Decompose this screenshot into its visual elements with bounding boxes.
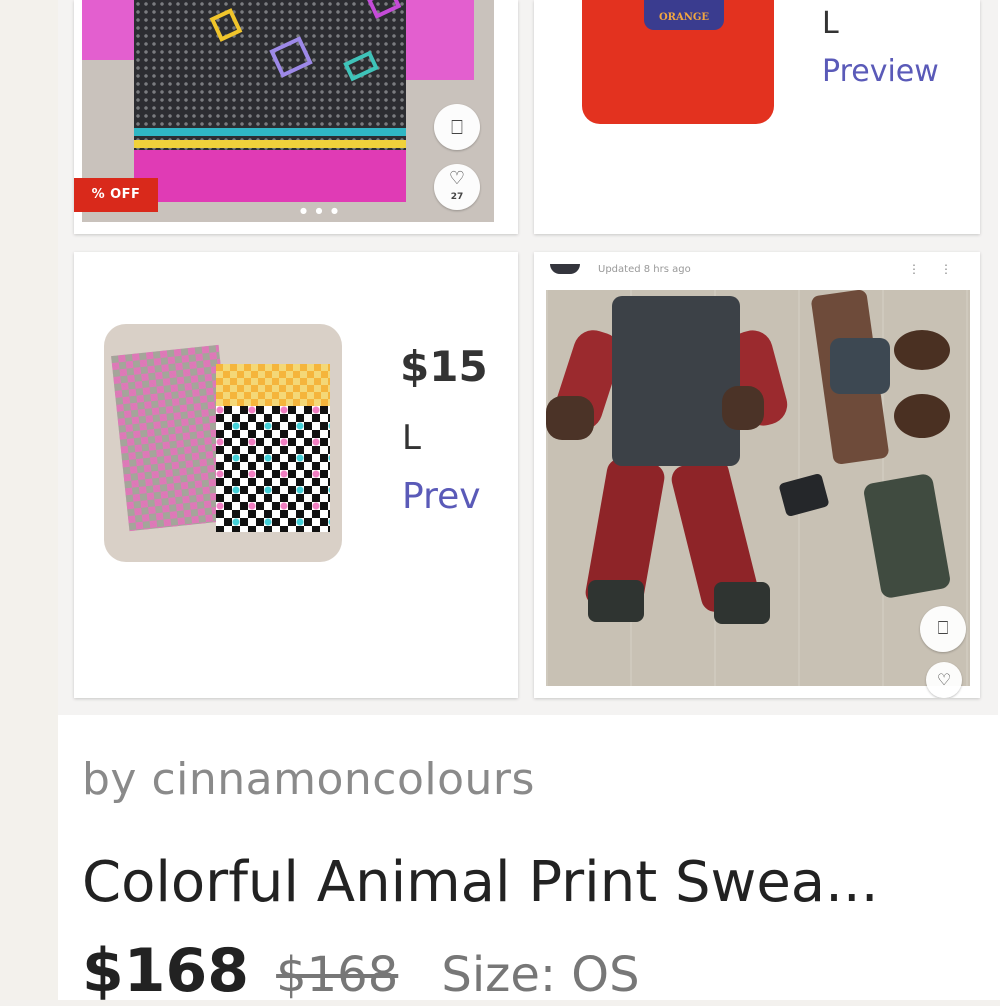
figure-photo [546,290,970,686]
figure-part [588,580,644,622]
updated-time: Updated 8 hrs ago [598,264,691,275]
listing-size: Size: OS [441,947,640,1003]
more-icon[interactable]: ⋮⋮ [908,262,972,276]
sweater-motif [343,50,379,82]
collage-tile-tshirt[interactable]: ORANGE L Preview [534,0,980,234]
collage-tile-leggings[interactable]: $15 L Prev [74,252,518,698]
heart-icon: ♡ [448,168,466,189]
leggings-yellow [216,364,330,406]
figure-accessory [894,394,950,438]
tshirt-print-text: ORANGE [658,12,710,23]
tile-size: L [402,418,421,458]
sweater-motif [366,0,402,19]
left-margin-strip [0,0,59,1000]
sweater-stripe [134,140,406,148]
figure-accessory [830,338,890,394]
collage-tile-sweater[interactable]: ● ● ● % OFF ⎕ ♡ 27 [74,0,518,234]
preview-link[interactable]: Preview [822,54,939,89]
original-price: $168 [276,947,399,1003]
preview-link[interactable]: Prev [402,476,481,517]
bookmark-icon: ⎕ [937,618,949,639]
sweater-motif [269,36,313,78]
discount-badge: % OFF [74,178,158,212]
bookmark-button[interactable]: ⎕ [920,606,966,652]
figure-accessory [778,472,830,518]
sweater-hem [134,150,406,202]
figure-accessory [862,472,952,600]
listing-price: $168 [82,936,249,1006]
leggings-checker-dots [216,406,330,532]
sweater-sleeve-right [394,0,474,80]
collage-tile-figure[interactable]: Updated 8 hrs ago ⋮⋮ ⎕ ♡ [534,252,980,698]
tile-header: Updated 8 hrs ago ⋮⋮ [534,252,980,288]
bookmark-icon: ⎕ [451,115,463,139]
leggings-photo [104,324,342,562]
listing-title[interactable]: Colorful Animal Print Swea... [82,850,879,915]
tile-price: $15 [400,342,488,391]
avatar[interactable] [550,264,580,274]
figure-part [722,386,764,430]
like-count: 27 [450,192,464,202]
bookmark-button[interactable]: ⎕ [434,104,480,150]
figure-accessory [894,330,950,370]
figure-part [546,396,594,440]
figure-part [612,296,740,466]
figure-part [714,582,770,624]
heart-icon: ♡ [936,670,952,689]
sweater-stripe [134,128,406,136]
seller-name[interactable]: by cinnamoncolours [82,754,535,805]
sweater-motif [209,8,243,42]
like-button[interactable]: ♡ 27 [434,164,480,210]
tile-size: L [822,6,839,41]
tshirt-photo: ORANGE [582,0,774,124]
carousel-dots: ● ● ● [300,206,342,215]
like-button[interactable]: ♡ [926,662,962,698]
price-row: $168 $168 Size: OS [82,936,640,1006]
tshirt-print: ORANGE [644,0,724,30]
